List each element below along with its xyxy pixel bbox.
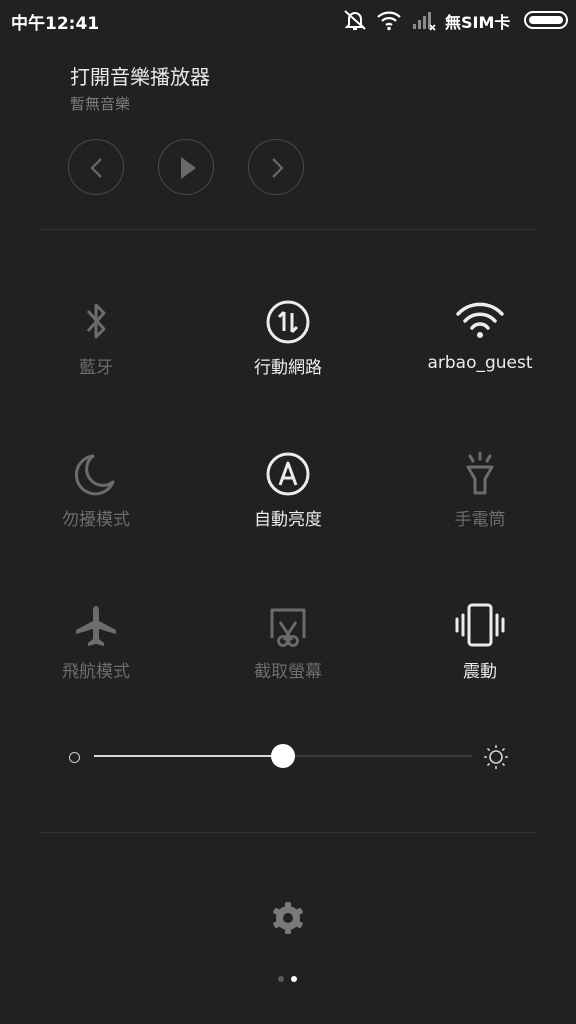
- next-icon: [272, 158, 284, 178]
- tile-mobile-data[interactable]: 行動網路: [192, 296, 384, 436]
- moon-icon: [74, 454, 115, 496]
- brightness-fill: [94, 755, 283, 757]
- sim-status: 無SIM卡: [445, 13, 511, 32]
- tile-auto-brightness-label: 自動亮度: [254, 510, 322, 530]
- mobile-data-icon: [266, 300, 310, 344]
- tile-auto-brightness[interactable]: 自動亮度: [192, 448, 384, 588]
- page-dot-2: [291, 976, 297, 982]
- music-player-title[interactable]: 打開音樂播放器: [70, 61, 210, 90]
- tile-vibrate[interactable]: 震動: [384, 600, 576, 740]
- wifi-status-icon: [377, 11, 401, 31]
- brightness-low-icon: [69, 752, 80, 763]
- music-player-subtitle: 暫無音樂: [70, 95, 131, 113]
- brightness-slider[interactable]: [60, 736, 520, 776]
- previous-icon: [90, 158, 102, 178]
- tile-screenshot[interactable]: 截取螢幕: [192, 600, 384, 740]
- muted-bell-icon: [344, 10, 366, 30]
- tile-flashlight-label: 手電筒: [454, 510, 506, 530]
- settings-button[interactable]: [268, 898, 308, 938]
- play-button[interactable]: [158, 139, 214, 195]
- tile-screenshot-label: 截取螢幕: [254, 662, 322, 682]
- auto-brightness-icon: [266, 452, 310, 496]
- gear-icon: [273, 902, 303, 934]
- vibrate-icon: [455, 603, 505, 647]
- next-button[interactable]: [248, 139, 304, 195]
- airplane-icon: [76, 606, 116, 646]
- tile-do-not-disturb-label: 勿擾模式: [62, 510, 130, 530]
- brightness-high-icon: [484, 745, 508, 769]
- tile-airplane-mode-label: 飛航模式: [62, 662, 130, 682]
- previous-button[interactable]: [68, 139, 124, 195]
- battery-icon: [524, 11, 568, 29]
- divider-bottom: [40, 832, 536, 833]
- tile-vibrate-label: 震動: [463, 662, 497, 682]
- divider-top: [40, 229, 536, 230]
- wifi-icon: [456, 302, 504, 338]
- tile-wifi[interactable]: arbao_guest: [384, 296, 576, 436]
- tile-mobile-data-label: 行動網路: [254, 358, 322, 378]
- status-bar: 中午12:41 無SIM卡: [0, 0, 576, 40]
- page-dot-1: [278, 976, 284, 982]
- tile-flashlight[interactable]: 手電筒: [384, 448, 576, 588]
- play-icon: [181, 157, 196, 179]
- status-time: 中午12:41: [11, 14, 100, 34]
- brightness-thumb[interactable]: [271, 744, 295, 768]
- tile-airplane-mode[interactable]: 飛航模式: [0, 600, 192, 740]
- bluetooth-icon: [86, 303, 106, 339]
- page-indicator: [276, 976, 300, 984]
- screenshot-icon: [270, 608, 306, 647]
- tile-wifi-label: arbao_guest: [427, 353, 533, 373]
- flashlight-icon: [466, 451, 494, 495]
- signal-icon: [413, 12, 436, 31]
- tile-bluetooth-label: 藍牙: [79, 358, 113, 378]
- tile-bluetooth[interactable]: 藍牙: [0, 296, 192, 436]
- tile-do-not-disturb[interactable]: 勿擾模式: [0, 448, 192, 588]
